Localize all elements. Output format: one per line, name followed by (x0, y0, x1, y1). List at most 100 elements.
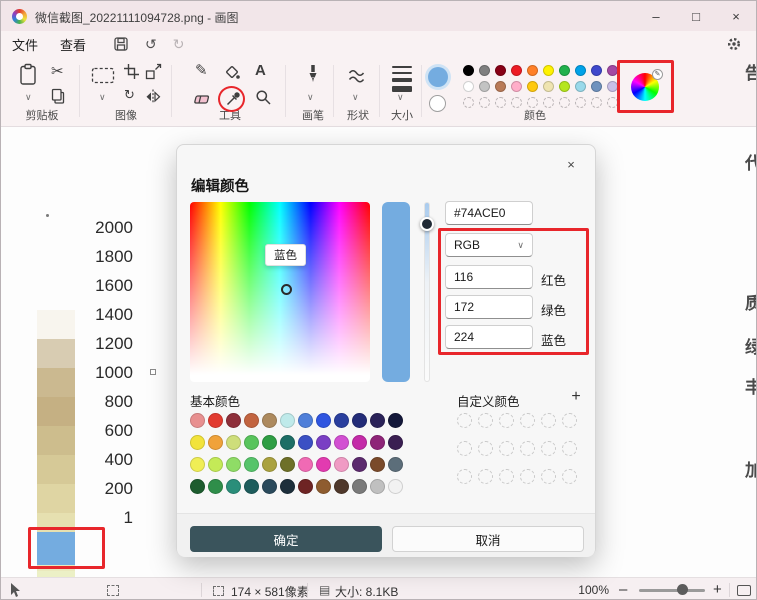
empty-color-slot[interactable] (478, 469, 493, 484)
color-swatch[interactable] (334, 457, 349, 472)
redo-icon[interactable]: ↻ (173, 36, 185, 53)
color-mode-select[interactable]: RGB ∨ (445, 233, 533, 257)
chevron-down-icon[interactable]: ∨ (25, 93, 32, 102)
color-swatch[interactable] (607, 65, 618, 76)
empty-color-slot[interactable] (541, 413, 556, 428)
text-tool-icon[interactable]: A (255, 63, 266, 79)
empty-color-slot[interactable] (499, 413, 514, 428)
color-swatch[interactable] (334, 413, 349, 428)
color-swatch[interactable] (370, 457, 385, 472)
fill-bucket-icon[interactable] (223, 63, 241, 81)
color-swatch[interactable] (316, 457, 331, 472)
color-swatch[interactable] (226, 479, 241, 494)
zoom-in-button[interactable]: + (713, 581, 722, 598)
empty-color-slot[interactable] (541, 469, 556, 484)
color-swatch[interactable] (244, 457, 259, 472)
color-swatch[interactable] (280, 479, 295, 494)
color-swatch[interactable] (226, 435, 241, 450)
color-swatch[interactable] (479, 81, 490, 92)
dialog-close-icon[interactable]: × (557, 153, 585, 175)
add-custom-color-button[interactable]: + (566, 387, 586, 407)
menu-file[interactable]: 文件 (1, 35, 49, 54)
cancel-button[interactable]: 取消 (392, 526, 584, 552)
color-swatch[interactable] (495, 65, 506, 76)
empty-color-slot[interactable] (520, 441, 535, 456)
chevron-down-icon[interactable]: ∨ (307, 93, 314, 102)
empty-color-slot[interactable] (562, 469, 577, 484)
color-swatch[interactable] (388, 457, 403, 472)
color-swatch[interactable] (370, 479, 385, 494)
empty-color-slot[interactable] (562, 441, 577, 456)
pencil-icon[interactable]: ✎ (195, 63, 208, 79)
paste-icon[interactable] (19, 63, 37, 86)
color-swatch[interactable] (559, 65, 570, 76)
color-swatch[interactable] (479, 65, 490, 76)
color-swatch[interactable] (527, 81, 538, 92)
color-swatch[interactable] (463, 81, 474, 92)
zoom-out-button[interactable]: – (619, 581, 627, 598)
magnifier-icon[interactable] (255, 89, 272, 106)
color-swatch[interactable] (352, 479, 367, 494)
color-swatch[interactable] (543, 65, 554, 76)
zoom-slider-handle[interactable] (677, 584, 688, 595)
color-swatch[interactable] (527, 65, 538, 76)
brush-icon[interactable] (304, 63, 322, 85)
color-swatch[interactable] (190, 479, 205, 494)
color-swatch[interactable] (226, 413, 241, 428)
color-swatch[interactable] (190, 457, 205, 472)
zoom-slider-track[interactable] (639, 589, 705, 592)
color-swatch[interactable] (388, 435, 403, 450)
empty-color-slot[interactable] (478, 441, 493, 456)
color-swatch[interactable] (559, 81, 570, 92)
color-swatch[interactable] (543, 81, 554, 92)
color-swatch[interactable] (208, 435, 223, 450)
color-swatch[interactable] (208, 479, 223, 494)
hue-saturation-picker[interactable]: 蓝色 (190, 202, 370, 382)
select-icon[interactable] (91, 67, 115, 84)
color-swatch[interactable] (208, 413, 223, 428)
value-slider-handle[interactable] (420, 217, 434, 231)
cut-icon[interactable]: ✂ (51, 64, 64, 80)
empty-color-slot[interactable] (541, 441, 556, 456)
color-swatch[interactable] (575, 65, 586, 76)
color-swatch[interactable] (208, 457, 223, 472)
color-swatch[interactable] (262, 413, 277, 428)
color-swatch[interactable] (190, 413, 205, 428)
color-swatch[interactable] (334, 435, 349, 450)
color-swatch[interactable] (334, 479, 349, 494)
color-swatch[interactable] (607, 81, 618, 92)
color-swatch[interactable] (316, 435, 331, 450)
empty-color-slot[interactable] (457, 413, 472, 428)
color-swatch[interactable] (262, 479, 277, 494)
color-swatch[interactable] (298, 413, 313, 428)
undo-icon[interactable]: ↺ (145, 36, 157, 53)
eraser-icon[interactable] (191, 89, 211, 106)
menu-view[interactable]: 查看 (49, 35, 97, 54)
red-input[interactable] (445, 265, 533, 289)
color-swatch[interactable] (463, 65, 474, 76)
canvas-resize-handle[interactable] (150, 369, 156, 375)
color-swatch[interactable] (511, 65, 522, 76)
minimize-button[interactable]: – (636, 1, 676, 31)
color-swatch[interactable] (280, 435, 295, 450)
color-swatch[interactable] (495, 81, 506, 92)
rotate-icon[interactable]: ↻ (124, 87, 135, 103)
chevron-down-icon[interactable]: ∨ (99, 93, 106, 102)
color-swatch[interactable] (316, 479, 331, 494)
color1-swatch[interactable] (428, 67, 448, 87)
green-input[interactable] (445, 295, 533, 319)
color-swatch[interactable] (298, 435, 313, 450)
color-swatch[interactable] (388, 479, 403, 494)
save-icon[interactable] (113, 36, 129, 52)
color-swatch[interactable] (388, 413, 403, 428)
color-swatch[interactable] (575, 81, 586, 92)
empty-color-slot[interactable] (520, 469, 535, 484)
color-swatch[interactable] (190, 435, 205, 450)
color-swatch[interactable] (591, 65, 602, 76)
color-swatch[interactable] (352, 435, 367, 450)
color-swatch[interactable] (591, 81, 602, 92)
color2-swatch[interactable] (429, 95, 446, 112)
color-swatch[interactable] (352, 457, 367, 472)
maximize-button[interactable]: □ (676, 1, 716, 31)
empty-color-slot[interactable] (520, 413, 535, 428)
